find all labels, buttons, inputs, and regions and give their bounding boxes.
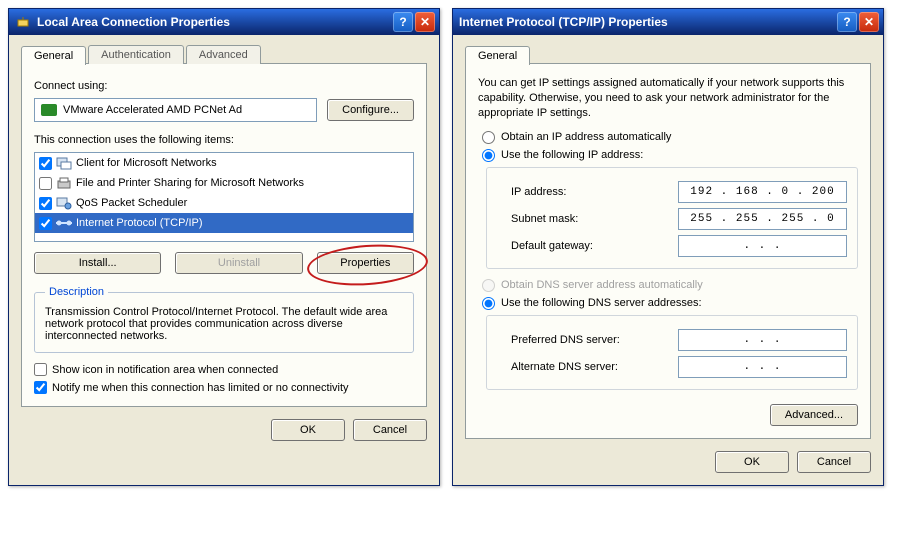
alt-dns-field[interactable]: . . . — [678, 356, 847, 378]
titlebar[interactable]: Local Area Connection Properties ? ✕ — [9, 9, 439, 35]
gateway-value: . . . — [743, 240, 781, 252]
tcpip-icon — [56, 216, 72, 230]
tab-general[interactable]: General — [465, 46, 530, 65]
tab-general[interactable]: General — [21, 46, 86, 65]
pref-dns-label: Preferred DNS server: — [511, 334, 678, 346]
item-checkbox[interactable] — [39, 197, 52, 210]
pref-dns-field[interactable]: . . . — [678, 329, 847, 351]
adapter-field[interactable]: VMware Accelerated AMD PCNet Ad — [34, 98, 317, 122]
ok-button[interactable]: OK — [271, 419, 345, 441]
button-label: Uninstall — [218, 257, 260, 269]
subnet-label: Subnet mask: — [511, 213, 678, 225]
tab-label: Advanced — [199, 49, 248, 61]
description-text: Transmission Control Protocol/Internet P… — [45, 306, 403, 342]
notify-checkbox[interactable] — [34, 381, 47, 394]
obtain-dns-label: Obtain DNS server address automatically — [501, 279, 703, 291]
obtain-ip-radio[interactable] — [482, 131, 495, 144]
obtain-dns-radio — [482, 279, 495, 292]
use-dns-label: Use the following DNS server addresses: — [501, 297, 702, 309]
lan-properties-window: Local Area Connection Properties ? ✕ Gen… — [8, 8, 440, 486]
nic-icon — [41, 104, 57, 116]
window-title: Internet Protocol (TCP/IP) Properties — [459, 15, 668, 29]
intro-text: You can get IP settings assigned automat… — [478, 76, 858, 121]
qos-icon — [56, 196, 72, 210]
client-area: General Authentication Advanced Connect … — [9, 35, 439, 453]
close-button[interactable]: ✕ — [859, 12, 879, 32]
button-label: OK — [300, 424, 316, 436]
obtain-ip-label: Obtain an IP address automatically — [501, 131, 671, 143]
components-listbox[interactable]: Client for Microsoft Networks File and P… — [34, 152, 414, 242]
titlebar[interactable]: Internet Protocol (TCP/IP) Properties ? … — [453, 9, 883, 35]
tab-label: General — [478, 50, 517, 62]
list-item[interactable]: Internet Protocol (TCP/IP) — [35, 213, 413, 233]
cancel-button[interactable]: Cancel — [353, 419, 427, 441]
tab-panel: You can get IP settings assigned automat… — [465, 63, 871, 439]
gateway-label: Default gateway: — [511, 240, 678, 252]
close-button[interactable]: ✕ — [415, 12, 435, 32]
connect-using-label: Connect using: — [34, 80, 414, 92]
ip-value: 192 . 168 . 0 . 200 — [690, 186, 834, 198]
description-title: Description — [45, 286, 108, 298]
client-icon — [56, 156, 72, 170]
use-ip-radio[interactable] — [482, 149, 495, 162]
item-label: File and Printer Sharing for Microsoft N… — [76, 177, 304, 189]
button-label: Properties — [340, 257, 390, 269]
pref-dns-value: . . . — [743, 334, 781, 346]
alt-dns-value: . . . — [743, 361, 781, 373]
ip-address-label: IP address: — [511, 186, 678, 198]
network-icon — [15, 14, 31, 30]
button-label: Cancel — [817, 456, 851, 468]
tab-label: General — [34, 50, 73, 62]
tab-label: Authentication — [101, 49, 171, 61]
item-label: QoS Packet Scheduler — [76, 197, 187, 209]
alt-dns-label: Alternate DNS server: — [511, 361, 678, 373]
list-item[interactable]: File and Printer Sharing for Microsoft N… — [35, 173, 413, 193]
ip-address-field[interactable]: 192 . 168 . 0 . 200 — [678, 181, 847, 203]
client-area: General You can get IP settings assigned… — [453, 35, 883, 485]
tabstrip: General — [465, 45, 871, 64]
item-checkbox[interactable] — [39, 177, 52, 190]
ok-button[interactable]: OK — [715, 451, 789, 473]
button-label: Cancel — [373, 424, 407, 436]
item-label: Client for Microsoft Networks — [76, 157, 217, 169]
tcpip-properties-window: Internet Protocol (TCP/IP) Properties ? … — [452, 8, 884, 486]
advanced-button[interactable]: Advanced... — [770, 404, 858, 426]
item-checkbox[interactable] — [39, 217, 52, 230]
use-dns-radio[interactable] — [482, 297, 495, 310]
subnet-value: 255 . 255 . 255 . 0 — [690, 213, 834, 225]
uninstall-button: Uninstall — [175, 252, 302, 274]
list-item[interactable]: QoS Packet Scheduler — [35, 193, 413, 213]
button-label: OK — [744, 456, 760, 468]
tabstrip: General Authentication Advanced — [21, 45, 427, 64]
adapter-name: VMware Accelerated AMD PCNet Ad — [63, 104, 242, 116]
ip-group: IP address: 192 . 168 . 0 . 200 Subnet m… — [486, 167, 858, 269]
properties-button[interactable]: Properties — [317, 252, 414, 274]
items-label: This connection uses the following items… — [34, 134, 414, 146]
subnet-field[interactable]: 255 . 255 . 255 . 0 — [678, 208, 847, 230]
install-button[interactable]: Install... — [34, 252, 161, 274]
tab-advanced[interactable]: Advanced — [186, 45, 261, 64]
window-title: Local Area Connection Properties — [37, 15, 230, 29]
show-icon-checkbox[interactable] — [34, 363, 47, 376]
gateway-field[interactable]: . . . — [678, 235, 847, 257]
help-button[interactable]: ? — [393, 12, 413, 32]
button-label: Install... — [79, 257, 117, 269]
description-group: Description Transmission Control Protoco… — [34, 286, 414, 353]
button-label: Configure... — [342, 104, 399, 116]
cancel-button[interactable]: Cancel — [797, 451, 871, 473]
item-label: Internet Protocol (TCP/IP) — [76, 217, 203, 229]
notify-label: Notify me when this connection has limit… — [52, 382, 349, 394]
dns-group: Preferred DNS server: . . . Alternate DN… — [486, 315, 858, 390]
show-icon-label: Show icon in notification area when conn… — [52, 364, 278, 376]
printer-icon — [56, 176, 72, 190]
tab-panel: Connect using: VMware Accelerated AMD PC… — [21, 63, 427, 407]
list-item[interactable]: Client for Microsoft Networks — [35, 153, 413, 173]
configure-button[interactable]: Configure... — [327, 99, 414, 121]
button-label: Advanced... — [785, 409, 843, 421]
help-button[interactable]: ? — [837, 12, 857, 32]
use-ip-label: Use the following IP address: — [501, 149, 643, 161]
properties-highlight: Properties — [317, 252, 414, 274]
tab-authentication[interactable]: Authentication — [88, 45, 184, 64]
item-checkbox[interactable] — [39, 157, 52, 170]
